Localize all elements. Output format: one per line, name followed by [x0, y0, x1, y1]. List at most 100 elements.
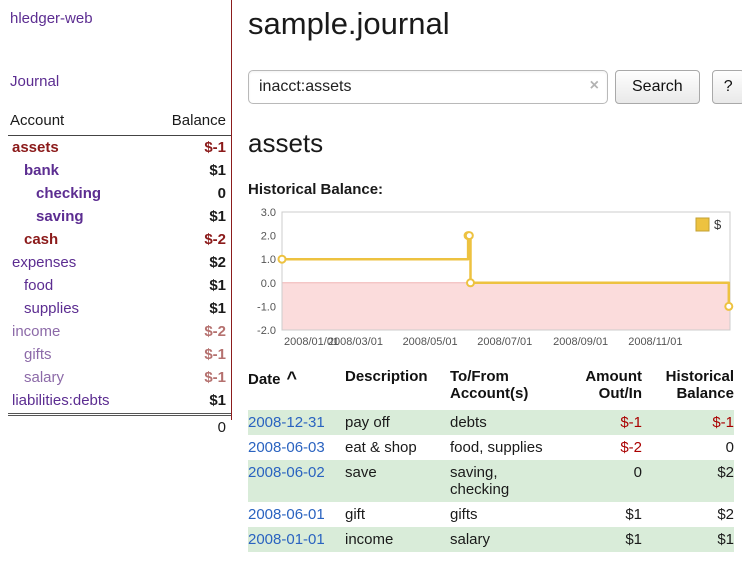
account-balance: $1: [209, 162, 226, 179]
register-header-bal: HistoricalBalance: [642, 366, 734, 410]
transaction-date-link[interactable]: 2008-06-01: [248, 506, 325, 523]
x-tick-label: 2008/07/01: [477, 336, 532, 348]
accounts-header-row: Account Balance: [8, 112, 231, 136]
negative-region: [282, 283, 730, 330]
account-balance: $2: [209, 254, 226, 271]
register-row: 2008-06-01giftgifts$1$2: [248, 502, 734, 527]
y-tick-label: 3.0: [261, 207, 276, 219]
accounts-panel: Account Balance assets $-1 bank $1 checking 0…: [8, 112, 231, 439]
chart-title: Historical Balance:: [248, 181, 742, 198]
y-tick-label: -2.0: [257, 325, 276, 337]
account-link-food[interactable]: food: [8, 277, 53, 294]
account-balance: $-1: [204, 346, 226, 363]
account-row: expenses $2: [8, 251, 231, 274]
accounts-col-balance: Balance: [172, 112, 226, 129]
brand-link[interactable]: hledger-web: [10, 10, 231, 27]
y-tick-label: -1.0: [257, 301, 276, 313]
transaction-description: eat & shop: [345, 435, 450, 460]
account-row: liabilities:debts$1: [8, 389, 231, 412]
register-header-desc: Description: [345, 366, 450, 410]
y-tick-label: 0.0: [261, 278, 276, 290]
account-row: food $1: [8, 274, 231, 297]
account-balance: $-1: [204, 139, 226, 156]
y-tick-label: 1.0: [261, 254, 276, 266]
transaction-accounts: salary: [450, 527, 578, 552]
clear-search-icon[interactable]: ×: [590, 77, 599, 95]
transaction-date-link[interactable]: 2008-06-02: [248, 464, 325, 481]
x-tick-label: 2008/09/01: [553, 336, 608, 348]
sort-ascending-icon[interactable]: ^: [287, 368, 298, 388]
account-link-saving[interactable]: saving: [8, 208, 84, 225]
account-balance: $-1: [204, 369, 226, 386]
data-point-marker: [279, 256, 286, 263]
register-row: 2008-01-01incomesalary$1$1: [248, 527, 734, 552]
transaction-date-link[interactable]: 2008-06-03: [248, 439, 325, 456]
y-tick-label: 2.0: [261, 231, 276, 243]
account-link-income[interactable]: income: [8, 323, 60, 340]
register-row: 2008-12-31pay offdebts$-1$-1: [248, 410, 734, 435]
register-table: Date^DescriptionTo/FromAccount(s)AmountO…: [248, 366, 734, 552]
transaction-date-link[interactable]: 2008-12-31: [248, 414, 325, 431]
account-row: income $-2: [8, 320, 231, 343]
account-link-gifts[interactable]: gifts: [8, 346, 52, 363]
transaction-amount: $1: [578, 527, 642, 552]
transaction-balance: $1: [642, 527, 734, 552]
data-point-marker: [467, 279, 474, 286]
historical-balance-chart: 3.02.01.00.0-1.0-2.02008/01/012008/03/01…: [248, 206, 734, 352]
account-balance: $1: [209, 277, 226, 294]
nav-journal-link[interactable]: Journal: [10, 73, 231, 90]
account-link-liabilities-debts[interactable]: liabilities:debts: [8, 392, 110, 409]
search-input[interactable]: [248, 70, 608, 104]
account-balance: 0: [218, 185, 226, 202]
accounts-total-row: 0: [8, 413, 231, 439]
account-row: salary $-1: [8, 366, 231, 389]
transaction-accounts: gifts: [450, 502, 578, 527]
account-list: assets $-1 bank $1 checking 0 saving $1 cash $-2 e…: [8, 136, 231, 412]
transaction-date-link[interactable]: 2008-01-01: [248, 531, 325, 548]
account-link-bank[interactable]: bank: [8, 162, 59, 179]
account-balance: $-2: [204, 323, 226, 340]
transaction-balance: $-1: [642, 410, 734, 435]
account-balance: $-2: [204, 231, 226, 248]
main-content: sample.journal × Search ? assets Histori…: [232, 0, 742, 552]
account-link-assets[interactable]: assets: [8, 139, 59, 156]
register-header-date[interactable]: Date^: [248, 366, 345, 410]
account-link-salary[interactable]: salary: [8, 369, 64, 386]
transaction-amount: 0: [578, 460, 642, 502]
help-button[interactable]: ?: [712, 70, 742, 104]
register-row: 2008-06-02 savesaving,checking0$2: [248, 460, 734, 502]
hledger-web-app: hledger-web Journal Account Balance asse…: [0, 0, 742, 552]
register-row: 2008-06-03eat & shopfood, supplies$-20: [248, 435, 734, 460]
transaction-description: pay off: [345, 410, 450, 435]
accounts-total-value: 0: [218, 419, 226, 436]
account-link-expenses[interactable]: expenses: [8, 254, 76, 271]
transaction-description: save: [345, 460, 450, 502]
sidebar: hledger-web Journal Account Balance asse…: [0, 0, 232, 420]
account-row: gifts $-1: [8, 343, 231, 366]
search-box: ×: [248, 70, 608, 104]
accounts-col-account: Account: [10, 112, 64, 129]
transaction-accounts: saving,checking: [450, 460, 578, 502]
legend-label: $: [714, 217, 722, 232]
transaction-description: income: [345, 527, 450, 552]
account-heading: assets: [248, 128, 742, 159]
search-button[interactable]: Search: [615, 70, 700, 104]
transaction-balance: $2: [642, 460, 734, 502]
transaction-accounts: debts: [450, 410, 578, 435]
account-link-checking[interactable]: checking: [8, 185, 101, 202]
transaction-accounts: food, supplies: [450, 435, 578, 460]
x-tick-label: 2008/03/01: [328, 336, 383, 348]
account-link-supplies[interactable]: supplies: [8, 300, 79, 317]
account-balance: $1: [209, 208, 226, 225]
legend-swatch: [696, 218, 709, 231]
search-form: × Search ?: [248, 70, 742, 104]
account-link-cash[interactable]: cash: [8, 231, 58, 248]
data-point-marker: [725, 303, 732, 310]
x-tick-label: 2008/11/01: [628, 336, 682, 348]
page-title: sample.journal: [248, 6, 742, 42]
register-header-amt: AmountOut/In: [578, 366, 642, 410]
account-row: cash $-2: [8, 228, 231, 251]
account-row: assets $-1: [8, 136, 231, 159]
register-body: 2008-12-31pay offdebts$-1$-12008-06-03ea…: [248, 410, 734, 552]
account-balance: $1: [209, 300, 226, 317]
